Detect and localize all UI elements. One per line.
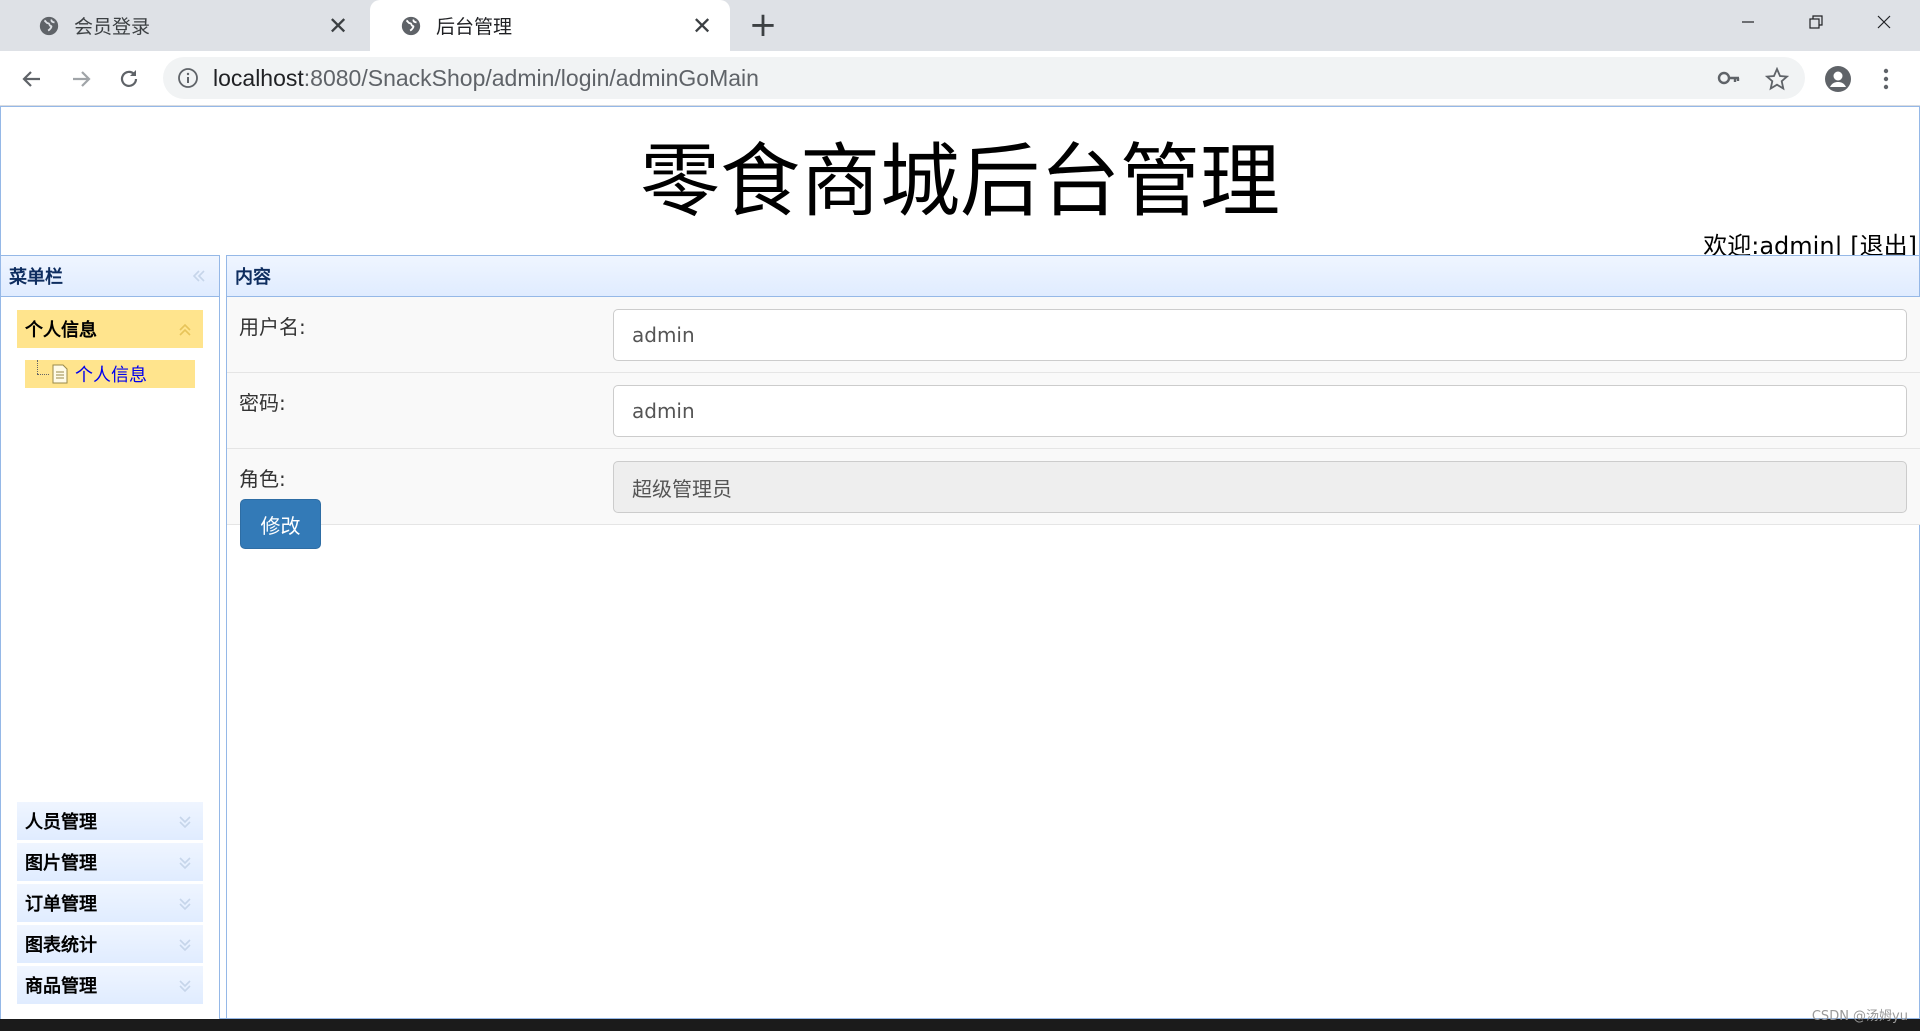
back-arrow-icon[interactable] xyxy=(12,59,52,99)
reload-icon[interactable] xyxy=(109,59,149,99)
close-icon[interactable]: ✕ xyxy=(684,12,720,40)
plus-icon[interactable]: + xyxy=(743,6,783,46)
tab-title: 会员登录 xyxy=(74,16,151,38)
sidebar-group-label: 个人信息 xyxy=(25,320,97,341)
site-header: 零食商城后台管理 欢迎:admin| [退出] xyxy=(1,107,1919,260)
file-icon xyxy=(52,364,68,384)
tab-title: 后台管理 xyxy=(436,16,513,38)
sidebar-group-label: 图表统计 xyxy=(25,935,97,956)
sidebar-group-charts[interactable]: 图表统计 xyxy=(17,925,203,964)
sidebar-group-label: 人员管理 xyxy=(25,812,97,833)
double-chevron-left-icon[interactable] xyxy=(191,268,207,284)
restore-icon[interactable] xyxy=(1782,0,1850,44)
form-row-username: 用户名: xyxy=(227,297,1920,373)
info-icon[interactable] xyxy=(177,67,199,89)
key-icon[interactable] xyxy=(1717,67,1741,89)
page-title: 零食商城后台管理 xyxy=(640,135,1280,228)
username-input[interactable] xyxy=(613,309,1907,361)
tab-member-login[interactable]: 会员登录 ✕ xyxy=(8,0,366,51)
close-icon[interactable]: ✕ xyxy=(320,12,356,40)
form-row-role: 角色: xyxy=(227,449,1920,525)
sidebar-group-products[interactable]: 商品管理 xyxy=(17,966,203,1005)
double-chevron-down-icon[interactable] xyxy=(177,896,193,912)
forward-arrow-icon[interactable] xyxy=(61,59,101,99)
sidebar-group-personal-info[interactable]: 个人信息 xyxy=(17,310,203,349)
sidebar-header: 菜单栏 xyxy=(1,256,219,297)
role-label: 角色: xyxy=(239,467,286,491)
content-header: 内容 xyxy=(227,256,1919,297)
sidebar-title: 菜单栏 xyxy=(9,267,63,288)
double-chevron-down-icon[interactable] xyxy=(177,814,193,830)
username-label: 用户名: xyxy=(239,315,306,339)
globe-icon xyxy=(39,16,59,35)
window-close-icon[interactable] xyxy=(1850,0,1918,44)
double-chevron-down-icon[interactable] xyxy=(177,978,193,994)
sidebar-menu: 菜单栏 个人信息 个人信息 人员管理 图片管理 订单管理 图表统计 商品管理 xyxy=(1,255,220,1020)
page-body: 零食商城后台管理 欢迎:admin| [退出] 菜单栏 个人信息 个人信息 人员… xyxy=(0,106,1920,1020)
tree-connector xyxy=(31,360,51,388)
sidebar-group-label: 订单管理 xyxy=(25,894,97,915)
sidebar-group-images[interactable]: 图片管理 xyxy=(17,843,203,882)
globe-icon xyxy=(401,16,421,35)
os-taskbar xyxy=(0,1019,1920,1031)
address-bar[interactable]: localhost:8080/SnackShop/admin/login/adm… xyxy=(163,57,1805,99)
sidebar-group-orders[interactable]: 订单管理 xyxy=(17,884,203,923)
tab-admin[interactable]: 后台管理 ✕ xyxy=(370,0,730,51)
content-title: 内容 xyxy=(235,267,271,288)
watermark: CSDN @汤姆yu xyxy=(1811,1009,1908,1024)
browser-toolbar: localhost:8080/SnackShop/admin/login/adm… xyxy=(0,51,1920,106)
url-text: localhost:8080/SnackShop/admin/login/adm… xyxy=(213,65,759,91)
password-label: 密码: xyxy=(239,391,286,415)
double-chevron-down-icon[interactable] xyxy=(177,855,193,871)
double-chevron-down-icon[interactable] xyxy=(177,937,193,953)
sidebar-item-label: 个人信息 xyxy=(75,365,147,386)
submit-button[interactable]: 修改 xyxy=(240,499,321,549)
sidebar-group-label: 商品管理 xyxy=(25,976,97,997)
form-row-password: 密码: xyxy=(227,373,1920,449)
role-input xyxy=(613,461,1907,513)
double-chevron-up-icon[interactable] xyxy=(177,322,193,338)
browser-tab-strip: 会员登录 ✕ 后台管理 ✕ + xyxy=(0,0,1920,51)
star-icon[interactable] xyxy=(1765,67,1789,91)
password-input[interactable] xyxy=(613,385,1907,437)
sidebar-group-staff[interactable]: 人员管理 xyxy=(17,802,203,841)
minimize-icon[interactable] xyxy=(1714,0,1782,44)
account-icon[interactable] xyxy=(1818,59,1858,99)
sidebar-group-label: 图片管理 xyxy=(25,853,97,874)
more-vert-icon[interactable] xyxy=(1866,59,1906,99)
sidebar-item-personal-info[interactable]: 个人信息 xyxy=(25,360,195,388)
content-panel: 内容 用户名: 密码: 角色: 修改 xyxy=(226,255,1920,1020)
